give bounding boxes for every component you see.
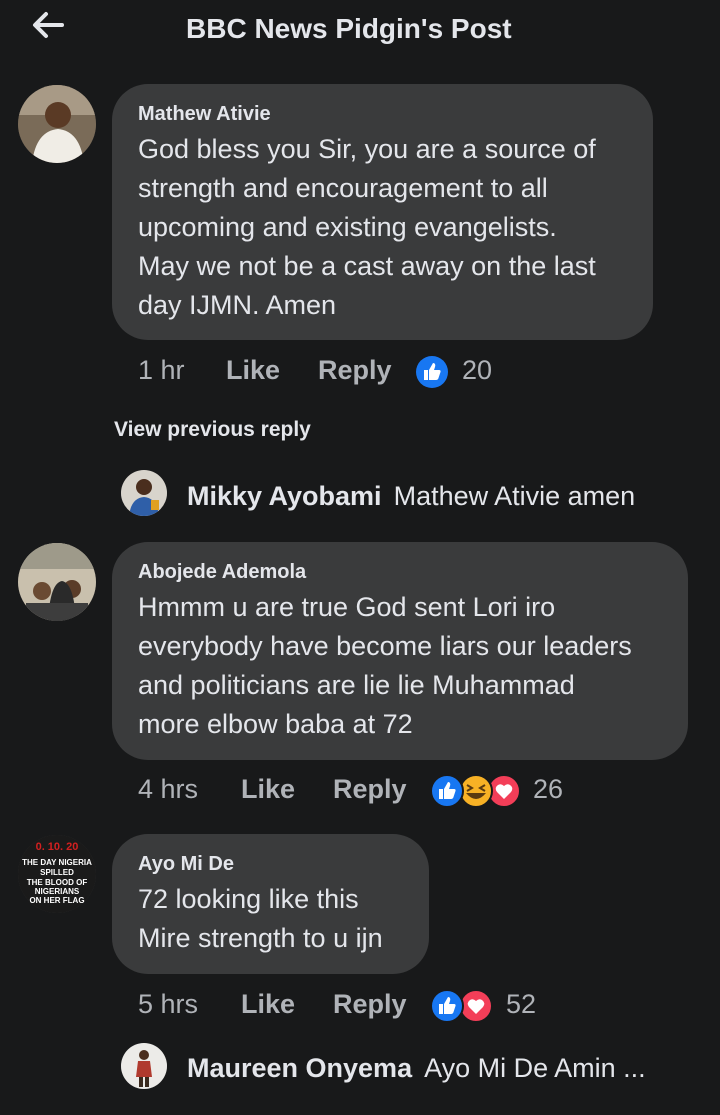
comment-author[interactable]: Abojede Ademola	[138, 561, 306, 584]
like-icon	[430, 774, 464, 808]
reply-author[interactable]: Maureen Onyema	[187, 1053, 412, 1083]
reaction-count: 52	[506, 989, 537, 1019]
comment-line: May we not be a cast away on the last	[138, 251, 596, 281]
comment-time: 4 hrs	[138, 774, 199, 804]
reply-button[interactable]: Reply	[318, 355, 392, 386]
comment-line: upcoming and existing evangelists.	[138, 212, 557, 242]
comment-line: Hmmm u are true God sent Lori iro	[138, 592, 556, 622]
like-icon	[430, 989, 464, 1023]
avatar[interactable]	[18, 85, 96, 163]
avatar[interactable]: 0. 10. 20 THE DAY NIGERIA SPILLED THE BL…	[18, 835, 96, 913]
avatar-text: SPILLED	[40, 868, 74, 877]
back-arrow-icon[interactable]	[30, 10, 66, 42]
comment-bubble: Mathew Ativie God bless you Sir, you are…	[112, 84, 653, 340]
like-button[interactable]: Like	[241, 774, 295, 805]
comment-actions: 4 hrs Like Reply 26	[0, 774, 720, 814]
reaction-summary[interactable]	[430, 774, 522, 808]
comment-time: 1 hr	[138, 355, 185, 385]
comment-line: 72 looking like this	[138, 884, 359, 914]
avatar[interactable]	[121, 1043, 167, 1089]
comment-bubble: Abojede Ademola Hmmm u are true God sent…	[112, 542, 688, 760]
reply-button[interactable]: Reply	[333, 774, 407, 805]
comment-time: 5 hrs	[138, 989, 199, 1019]
comment-text: Hmmm u are true God sent Lori iro everyb…	[138, 588, 632, 744]
comment-actions: 1 hr Like Reply 20	[0, 355, 720, 395]
comment-line: God bless you Sir, you are a source of	[138, 134, 596, 164]
avatar-text: 0. 10. 20	[36, 841, 79, 853]
like-button[interactable]: Like	[241, 989, 295, 1020]
reply-text: Ayo Mi De Amin ...	[424, 1053, 646, 1083]
like-icon	[416, 356, 448, 388]
reaction-count: 20	[462, 355, 493, 385]
comment-line: and politicians are lie lie Muhammad	[138, 670, 575, 700]
avatar-text: ON HER FLAG	[29, 896, 84, 905]
comment-bubble: Ayo Mi De 72 looking like this Mire stre…	[112, 834, 429, 974]
comment-line: more elbow baba at 72	[138, 709, 413, 739]
haha-icon	[459, 774, 493, 808]
reaction-count: 26	[533, 774, 564, 804]
reply-text: Mathew Ativie amen	[393, 481, 636, 511]
top-bar: BBC News Pidgin's Post	[0, 0, 720, 64]
avatar-text: THE DAY NIGERIA	[22, 858, 92, 867]
reply-preview[interactable]: Maureen Onyema Ayo Mi De Amin ...	[187, 1053, 646, 1084]
comment-line: day IJMN. Amen	[138, 290, 337, 320]
comment-text: 72 looking like this Mire strength to u …	[138, 880, 383, 958]
avatar-text: NIGERIANS	[35, 887, 80, 896]
comment-line: everybody have become liars our leaders	[138, 631, 632, 661]
view-previous-reply-link[interactable]: View previous reply	[114, 418, 311, 442]
page-title: BBC News Pidgin's Post	[186, 13, 512, 44]
comment-author[interactable]: Ayo Mi De	[138, 853, 234, 876]
avatar-text: THE BLOOD OF	[27, 878, 88, 887]
comment-author[interactable]: Mathew Ativie	[138, 103, 271, 126]
reply-button[interactable]: Reply	[333, 989, 407, 1020]
comment-line: strength and encouragement to all	[138, 173, 548, 203]
comment-line: Mire strength to u ijn	[138, 923, 383, 953]
love-icon	[459, 989, 493, 1023]
reaction-summary[interactable]	[415, 355, 449, 389]
like-button[interactable]: Like	[226, 355, 280, 386]
avatar[interactable]	[121, 470, 167, 516]
comment-actions: 5 hrs Like Reply 52	[0, 989, 720, 1029]
avatar[interactable]	[18, 543, 96, 621]
reply-preview[interactable]: Mikky Ayobami Mathew Ativie amen	[187, 481, 635, 512]
comment-text: God bless you Sir, you are a source of s…	[138, 130, 596, 325]
reply-author[interactable]: Mikky Ayobami	[187, 481, 382, 511]
reaction-summary[interactable]	[430, 989, 494, 1023]
